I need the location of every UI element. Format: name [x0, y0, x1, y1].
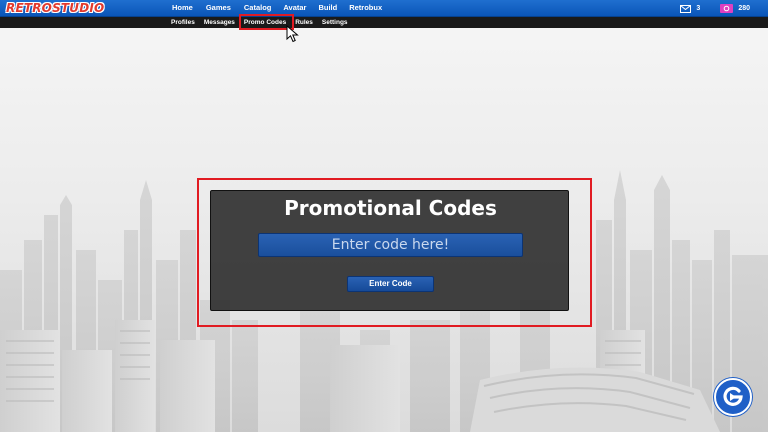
panel-title: Promotional Codes: [284, 196, 497, 220]
gamer-logo-icon: [723, 386, 743, 406]
subnav-messages[interactable]: Messages: [200, 17, 239, 28]
retrobux-icon: [720, 4, 734, 13]
nav-build[interactable]: Build: [318, 0, 337, 17]
nav-retrobux[interactable]: Retrobux: [349, 0, 382, 17]
mouse-pointer-icon: [286, 25, 299, 43]
retrostudio-logo[interactable]: RETROSTUDIO: [6, 1, 104, 16]
messages-stat[interactable]: 3: [680, 4, 701, 13]
sub-navigation-bar: Profiles Messages Promo Codes Rules Sett…: [0, 17, 768, 28]
gamer-logo-badge: [714, 378, 752, 416]
subnav-settings[interactable]: Settings: [318, 17, 352, 28]
promo-code-input[interactable]: [258, 233, 523, 257]
enter-code-button[interactable]: Enter Code: [347, 276, 434, 292]
subnav-profiles[interactable]: Profiles: [171, 17, 199, 28]
envelope-icon: [680, 4, 692, 13]
nav-home[interactable]: Home: [172, 0, 193, 17]
currency-amount: 280: [738, 5, 750, 12]
user-stats: 3 280: [660, 0, 750, 17]
nav-games[interactable]: Games: [206, 0, 231, 17]
top-navigation-bar: RETROSTUDIO Home Games Catalog Avatar Bu…: [0, 0, 768, 17]
promo-codes-panel: Promotional Codes Enter Code: [210, 190, 569, 311]
currency-stat[interactable]: 280: [720, 4, 750, 13]
messages-count: 3: [696, 5, 701, 12]
